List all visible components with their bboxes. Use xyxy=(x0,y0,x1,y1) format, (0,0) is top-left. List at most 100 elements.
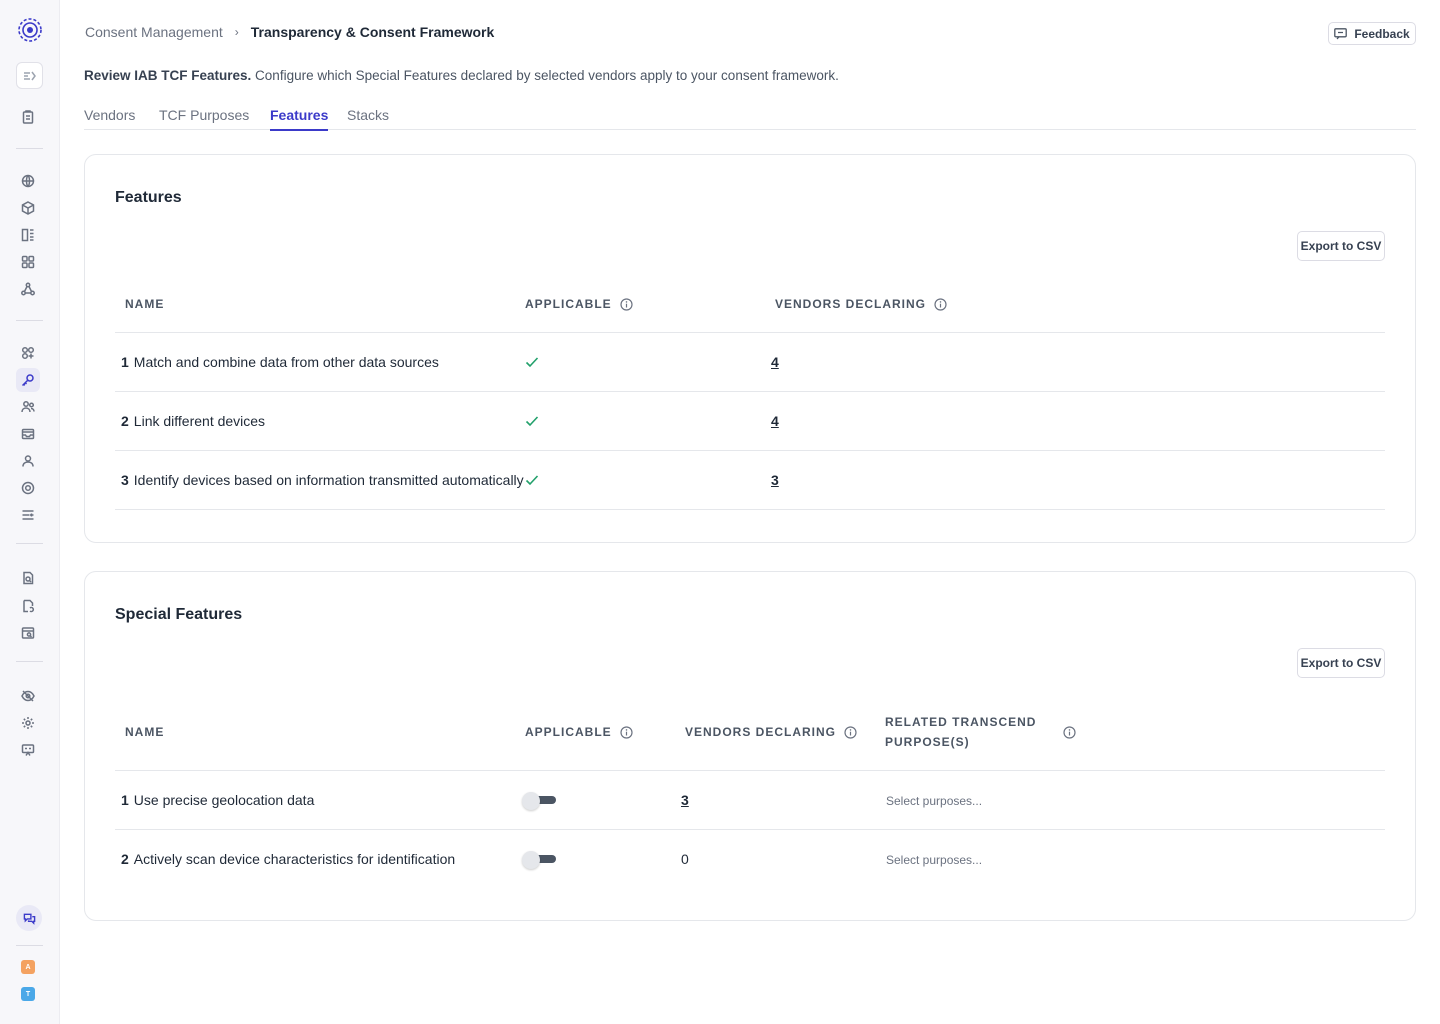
toggle-knob xyxy=(522,792,540,810)
features-title: Features xyxy=(115,189,182,206)
sidebar-collapse-button[interactable] xyxy=(16,62,43,89)
special-features-export-csv-button[interactable]: Export to CSV xyxy=(1297,648,1385,678)
column-header-label: APPLICABLE xyxy=(525,725,612,739)
sidebar-item-users[interactable] xyxy=(16,395,40,419)
column-header-related-purposes: RELATED TRANSCEND PURPOSE(S) xyxy=(885,712,1095,752)
info-icon[interactable] xyxy=(620,297,633,311)
sidebar-item-grid[interactable] xyxy=(16,250,40,274)
table-row-feature-name: 2 Link different devices xyxy=(121,413,265,429)
vendors-declaring-link[interactable]: 3 xyxy=(771,472,779,488)
sidebar-item-person[interactable] xyxy=(16,449,40,473)
transcend-logo-icon[interactable] xyxy=(17,17,43,43)
toggle-knob xyxy=(522,851,540,869)
sidebar-item-network[interactable] xyxy=(16,277,40,301)
applicable-toggle[interactable] xyxy=(522,851,556,869)
sidebar-divider xyxy=(16,320,43,321)
column-header-label: VENDORS DECLARING xyxy=(775,297,927,311)
sidebar-item-presentation[interactable] xyxy=(16,738,40,762)
special-features-title: Special Features xyxy=(115,606,243,623)
column-header-name: NAME xyxy=(125,294,164,314)
column-header-label-line: PURPOSE(S) xyxy=(885,735,970,749)
column-header-label: NAME xyxy=(125,297,165,311)
vendors-declaring-link[interactable]: 4 xyxy=(771,354,779,370)
applicable-toggle[interactable] xyxy=(522,792,556,810)
tab-stacks[interactable]: Stacks xyxy=(347,107,389,129)
info-icon[interactable] xyxy=(934,297,947,311)
person-icon xyxy=(22,455,34,467)
vendors-declaring-link[interactable]: 3 xyxy=(681,792,689,808)
table-divider xyxy=(115,829,1385,830)
info-icon[interactable] xyxy=(1063,725,1076,739)
column-header-vendors-declaring: VENDORS DECLARING xyxy=(685,722,857,742)
column-header-label: NAME xyxy=(125,725,165,739)
info-icon[interactable] xyxy=(844,725,857,739)
avatar-letter: T xyxy=(25,990,31,998)
sidebar-item-compass[interactable] xyxy=(16,476,40,500)
clipboard-icon xyxy=(22,110,34,124)
tab-tcf-purposes[interactable]: TCF Purposes xyxy=(159,107,249,129)
table-divider xyxy=(115,391,1385,392)
gear-icon xyxy=(22,717,34,729)
chat-icon xyxy=(23,913,35,925)
sidebar-item-clipboard[interactable] xyxy=(16,105,40,129)
special-features-card: Special Features Export to CSV NAME APPL… xyxy=(84,571,1416,921)
avatar-user[interactable]: T xyxy=(21,987,35,1001)
eye-off-icon xyxy=(21,690,35,702)
compass-icon xyxy=(21,481,35,495)
sidebar: A T xyxy=(0,0,60,1024)
feedback-icon xyxy=(1334,27,1348,39)
tab-features[interactable]: Features xyxy=(270,107,329,131)
vendors-declaring-count: 0 xyxy=(681,851,689,867)
sidebar-item-cube[interactable] xyxy=(16,196,40,220)
table-divider xyxy=(115,332,1385,333)
table-row-feature-name: 3 Identify devices based on information t… xyxy=(121,472,524,488)
check-icon xyxy=(525,416,539,427)
sidebar-item-doc-refresh[interactable] xyxy=(16,594,40,618)
purposes-select[interactable]: Select purposes... xyxy=(886,853,982,867)
sidebar-item-inbox[interactable] xyxy=(16,422,40,446)
avatar-org[interactable]: A xyxy=(21,960,35,974)
users-icon xyxy=(21,401,35,413)
sidebar-item-browser-search[interactable] xyxy=(16,621,40,645)
sidebar-item-settings[interactable] xyxy=(16,711,40,735)
consent-icon xyxy=(21,374,34,387)
sidebar-item-privacy[interactable] xyxy=(16,684,40,708)
vendors-declaring-link[interactable]: 4 xyxy=(771,413,779,429)
avatar-letter: A xyxy=(25,963,31,971)
feature-name: Identify devices based on information tr… xyxy=(133,472,524,488)
check-icon xyxy=(525,357,539,368)
feedback-label: Feedback xyxy=(1354,26,1410,41)
sidebar-item-apps[interactable] xyxy=(16,341,40,365)
sidebar-item-globe[interactable] xyxy=(16,169,40,193)
apps-icon xyxy=(21,346,35,360)
sidebar-divider xyxy=(16,945,43,946)
info-icon[interactable] xyxy=(620,725,633,739)
feedback-button[interactable]: Feedback xyxy=(1328,22,1416,45)
sidebar-item-consent[interactable] xyxy=(16,368,40,392)
purposes-select[interactable]: Select purposes... xyxy=(886,794,982,808)
sidebar-chat-button[interactable] xyxy=(16,905,42,931)
document-search-icon xyxy=(23,571,34,585)
sliders-icon xyxy=(22,510,34,520)
table-divider xyxy=(115,770,1385,771)
column-header-label-line: RELATED TRANSCEND xyxy=(885,715,1037,729)
browser-search-icon xyxy=(21,627,35,639)
row-number: 2 xyxy=(121,413,129,429)
sidebar-item-layout[interactable] xyxy=(16,223,40,247)
sidebar-item-doc-search[interactable] xyxy=(16,566,40,590)
inbox-icon xyxy=(21,428,35,440)
table-divider xyxy=(115,509,1385,510)
features-export-csv-button[interactable]: Export to CSV xyxy=(1297,231,1385,261)
table-row-special-feature-name: 1 Use precise geolocation data xyxy=(121,792,314,808)
row-number: 1 xyxy=(121,792,129,808)
column-header-vendors-declaring: VENDORS DECLARING xyxy=(775,294,947,314)
row-number: 2 xyxy=(121,851,129,867)
sidebar-item-settings-list[interactable] xyxy=(16,503,40,527)
page-description-text: Configure which Special Features declare… xyxy=(251,68,839,83)
layout-icon xyxy=(21,228,34,242)
page-description-bold: Review IAB TCF Features. xyxy=(84,68,252,83)
column-header-applicable: APPLICABLE xyxy=(525,722,633,742)
sidebar-divider xyxy=(16,543,43,544)
breadcrumb-parent-link[interactable]: Consent Management xyxy=(85,24,223,40)
tab-vendors[interactable]: Vendors xyxy=(84,107,135,129)
